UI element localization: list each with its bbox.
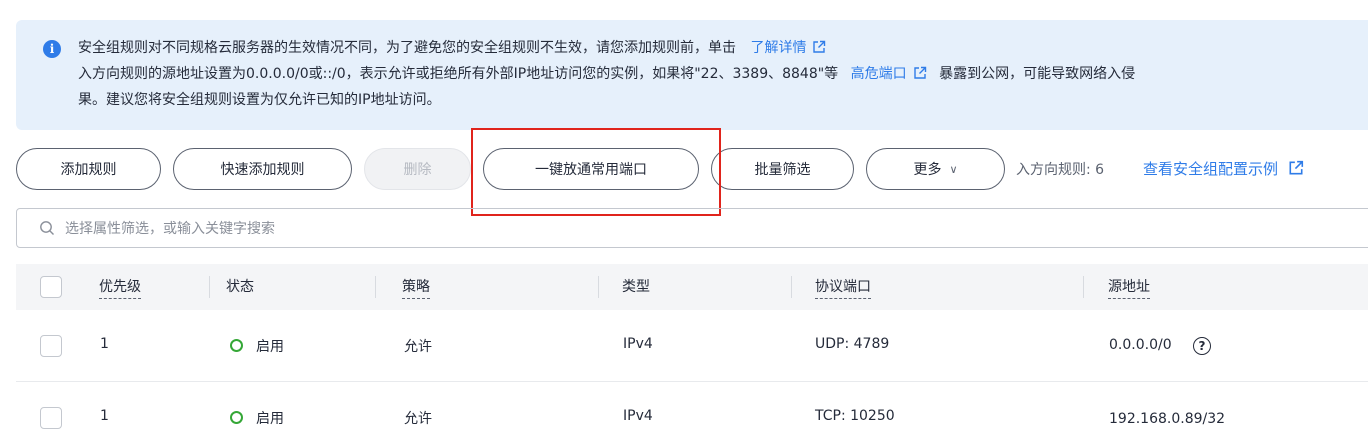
cell-source: 0.0.0.0/0 — [1109, 337, 1172, 353]
table-row[interactable]: 1 启用 允许 IPv4 TCP: 10250 192.168.0.89/32 — [16, 382, 1368, 442]
banner-line-2: 入方向规则的源地址设置为0.0.0.0/0或::/0，表示允许或拒绝所有外部IP… — [78, 64, 1135, 84]
column-divider — [209, 276, 210, 298]
cell-protocol-port: UDP: 4789 — [815, 336, 890, 352]
delete-button[interactable]: 删除 — [364, 148, 471, 190]
banner-line-2-text: 入方向规则的源地址设置为0.0.0.0/0或::/0，表示允许或拒绝所有外部IP… — [78, 66, 839, 82]
row-checkbox[interactable] — [40, 407, 62, 429]
view-example-link-label: 查看安全组配置示例 — [1143, 160, 1279, 178]
more-dropdown-button[interactable]: 更多 ∨ — [866, 148, 1005, 190]
learn-more-link[interactable]: 了解详情 — [750, 40, 826, 56]
table-header: 优先级 状态 策略 类型 协议端口 源地址 — [16, 264, 1368, 310]
row-checkbox[interactable] — [40, 335, 62, 357]
status-enabled-icon — [230, 411, 243, 424]
column-divider — [1083, 276, 1084, 298]
add-rule-button[interactable]: 添加规则 — [16, 148, 161, 190]
cell-source: 192.168.0.89/32 — [1109, 411, 1226, 427]
cell-status: 启用 — [256, 411, 284, 427]
banner-line-3: 果。建议您将安全组规则设置为仅允许已知的IP地址访问。 — [78, 92, 441, 108]
search-input[interactable]: 选择属性筛选，或输入关键字搜索 — [16, 208, 1368, 248]
cell-status: 启用 — [256, 339, 284, 355]
column-divider — [791, 276, 792, 298]
view-example-link[interactable]: 查看安全组配置示例 — [1143, 158, 1304, 179]
banner-line-1: 安全组规则对不同规格云服务器的生效情况不同，为了避免您的安全组规则不生效，请您添… — [78, 38, 826, 58]
cell-type: IPv4 — [623, 336, 653, 352]
external-link-icon — [913, 66, 926, 79]
select-all-checkbox[interactable] — [40, 276, 62, 298]
header-status[interactable]: 状态 — [226, 276, 254, 296]
search-placeholder: 选择属性筛选，或输入关键字搜索 — [65, 221, 275, 237]
inbound-rules-count: 入方向规则: 6 — [1016, 162, 1105, 178]
cell-policy: 允许 — [404, 411, 432, 427]
learn-more-link-label: 了解详情 — [750, 40, 807, 56]
search-icon — [40, 221, 54, 235]
highlight-box — [471, 128, 721, 216]
header-protocol-port[interactable]: 协议端口 — [815, 276, 871, 299]
banner-line-2-after: 暴露到公网，可能导致网络入侵 — [939, 66, 1136, 82]
external-link-icon — [1289, 160, 1304, 175]
cell-type: IPv4 — [623, 408, 653, 424]
info-icon: i — [43, 40, 61, 58]
info-banner: i 安全组规则对不同规格云服务器的生效情况不同，为了避免您的安全组规则不生效，请… — [16, 20, 1368, 130]
header-priority[interactable]: 优先级 — [99, 276, 141, 299]
column-divider — [598, 276, 599, 298]
column-divider — [375, 276, 376, 298]
more-label: 更多 — [913, 162, 942, 178]
quick-add-rule-button[interactable]: 快速添加规则 — [173, 148, 352, 190]
high-risk-ports-link-label: 高危端口 — [850, 66, 907, 82]
high-risk-ports-link[interactable]: 高危端口 — [851, 66, 931, 82]
cell-priority: 1 — [100, 408, 109, 424]
cell-priority: 1 — [100, 336, 109, 352]
cell-policy: 允许 — [404, 339, 432, 355]
header-type[interactable]: 类型 — [622, 276, 650, 296]
header-source[interactable]: 源地址 — [1108, 276, 1150, 299]
chevron-down-icon: ∨ — [949, 162, 958, 176]
cell-protocol-port: TCP: 10250 — [815, 408, 895, 424]
table-row[interactable]: 1 启用 允许 IPv4 UDP: 4789 0.0.0.0/0 ? — [16, 310, 1368, 382]
external-link-icon — [813, 40, 826, 53]
help-icon[interactable]: ? — [1193, 337, 1211, 355]
batch-filter-button[interactable]: 批量筛选 — [711, 148, 854, 190]
header-policy[interactable]: 策略 — [402, 276, 430, 299]
banner-line-1-text: 安全组规则对不同规格云服务器的生效情况不同，为了避免您的安全组规则不生效，请您添… — [78, 40, 736, 56]
status-enabled-icon — [230, 339, 243, 352]
